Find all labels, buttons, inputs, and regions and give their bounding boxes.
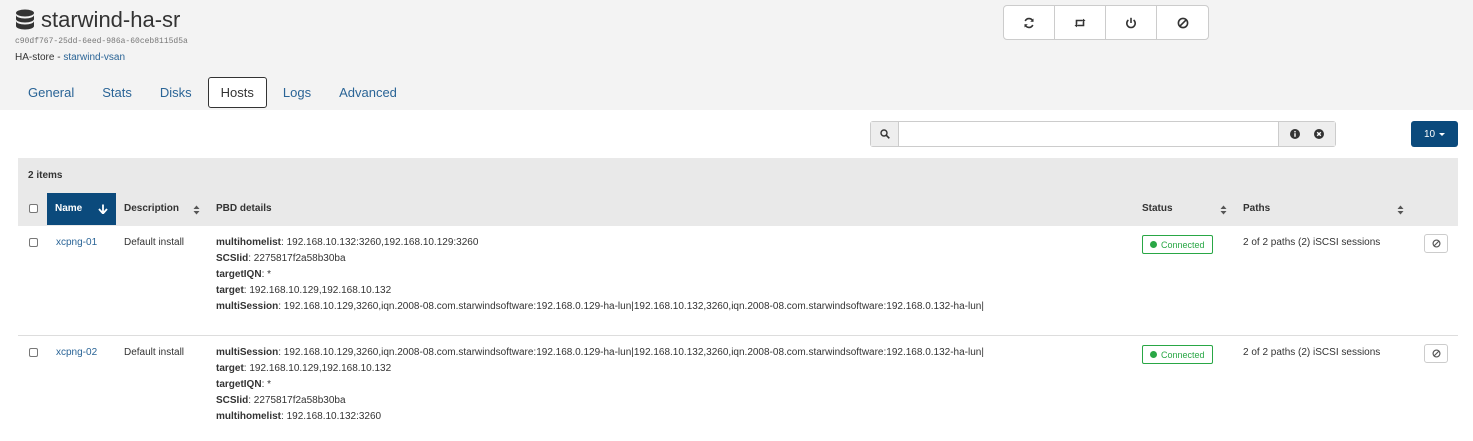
search-tools (1278, 122, 1335, 146)
column-paths-label: Paths (1243, 203, 1271, 214)
status-badge[interactable]: Connected (1142, 235, 1213, 254)
database-icon (16, 9, 34, 30)
forget-pbd-button[interactable] (1424, 234, 1448, 253)
info-icon[interactable] (1290, 129, 1300, 139)
items-count: 2 items (28, 170, 63, 181)
pbd-detail-line: target: 192.168.10.129,192.168.10.132 (216, 285, 392, 296)
tab-logs[interactable]: Logs (269, 77, 325, 109)
status-dot-icon (1150, 241, 1157, 248)
pbd-detail-line: multiSession: 192.168.10.129,3260,iqn.20… (216, 347, 984, 358)
sr-actions-group (1003, 5, 1209, 40)
sort-icon (1220, 205, 1227, 215)
forget-pbd-button[interactable] (1424, 344, 1448, 363)
pbd-detail-line: multihomelist: 192.168.10.132:3260,192.1… (216, 237, 479, 248)
page-size-value: 10 (1423, 128, 1436, 140)
row-checkbox[interactable] (29, 348, 38, 357)
host-description: Default install (124, 237, 185, 248)
status-badge[interactable]: Connected (1142, 345, 1213, 364)
tab-disks[interactable]: Disks (146, 77, 206, 109)
clear-search-icon[interactable] (1314, 129, 1324, 139)
sr-type: HA-store (15, 52, 55, 63)
pbd-detail-line: targetIQN: * (216, 379, 272, 390)
column-header-status[interactable]: Status (1142, 193, 1173, 225)
column-header-description[interactable]: Description (124, 193, 179, 225)
column-name-label: Name (55, 203, 83, 214)
rescan-button[interactable] (1004, 6, 1055, 39)
caret-down-icon (1439, 132, 1446, 136)
ban-icon (1431, 349, 1441, 358)
sr-subtitle: HA-store - starwind-vsan (15, 52, 125, 63)
forget-button[interactable] (1157, 6, 1208, 39)
retweet-icon (1074, 18, 1086, 27)
column-status-label: Status (1142, 203, 1173, 214)
status-dot-icon (1150, 351, 1157, 358)
pbd-detail-line: SCSIid: 2275817f2a58b30ba (216, 253, 346, 264)
pbd-detail-line: multihomelist: 192.168.10.132:3260 (216, 411, 382, 422)
table-header: 2 items Name Description PBD details Sta… (18, 158, 1458, 226)
pbd-detail-line: multiSession: 192.168.10.129,3260,iqn.20… (216, 301, 984, 312)
status-label: Connected (1161, 349, 1205, 360)
page-title: starwind-ha-sr (41, 7, 181, 32)
sort-desc-icon (98, 204, 108, 214)
paths-info: 2 of 2 paths (2) iSCSI sessions (1243, 237, 1381, 248)
sr-uuid: c90df767-25dd-6eed-986a-60ceb8115d5a (15, 37, 188, 46)
subtitle-separator: - (54, 52, 64, 63)
sort-icon (1397, 205, 1404, 215)
tab-hosts[interactable]: Hosts (207, 77, 267, 108)
pbd-details: multiSession: 192.168.10.129,3260,iqn.20… (216, 345, 984, 425)
host-link[interactable]: starwind-vsan (63, 52, 125, 63)
power-icon (1126, 17, 1136, 28)
column-description-label: Description (124, 203, 180, 214)
disconnect-button[interactable] (1106, 6, 1157, 39)
status-label: Connected (1161, 239, 1205, 250)
host-description: Default install (124, 347, 185, 358)
page-size-dropdown[interactable]: 10 (1411, 121, 1458, 147)
column-header-paths[interactable]: Paths (1243, 193, 1270, 225)
search-addon (871, 122, 899, 146)
host-name-link[interactable]: xcpng-02 (56, 347, 97, 358)
search-icon (879, 129, 890, 139)
search-input[interactable] (899, 122, 1278, 146)
table-row: xcpng-01 Default install multihomelist: … (18, 226, 1458, 335)
column-header-pbd: PBD details (216, 193, 272, 225)
column-header-name[interactable]: Name (47, 193, 116, 225)
host-name-link[interactable]: xcpng-01 (56, 237, 97, 248)
sr-tabs: General Stats Disks Hosts Logs Advanced (14, 77, 411, 109)
row-checkbox[interactable] (29, 238, 38, 247)
sort-icon (193, 205, 200, 215)
ban-icon (1177, 17, 1188, 28)
pbd-details: multihomelist: 192.168.10.132:3260,192.1… (216, 235, 984, 315)
tab-general[interactable]: General (14, 77, 88, 109)
ban-icon (1431, 239, 1441, 248)
tab-stats[interactable]: Stats (88, 77, 146, 109)
pbd-detail-line: target: 192.168.10.129,192.168.10.132 (216, 363, 392, 374)
search-box (870, 121, 1336, 147)
pbd-detail-line: targetIQN: * (216, 269, 272, 280)
reconnect-button[interactable] (1055, 6, 1106, 39)
pbd-detail-line: SCSIid: 2275817f2a58b30ba (216, 395, 346, 406)
refresh-icon (1024, 17, 1034, 28)
paths-info: 2 of 2 paths (2) iSCSI sessions (1243, 347, 1381, 358)
tab-advanced[interactable]: Advanced (325, 77, 411, 109)
table-row: xcpng-02 Default install multiSession: 1… (18, 335, 1458, 441)
sr-header: starwind-ha-sr c90df767-25dd-6eed-986a-6… (0, 0, 1473, 110)
select-all-checkbox[interactable] (29, 204, 38, 213)
title-row: starwind-ha-sr (15, 7, 180, 33)
column-pbd-label: PBD details (216, 203, 272, 214)
